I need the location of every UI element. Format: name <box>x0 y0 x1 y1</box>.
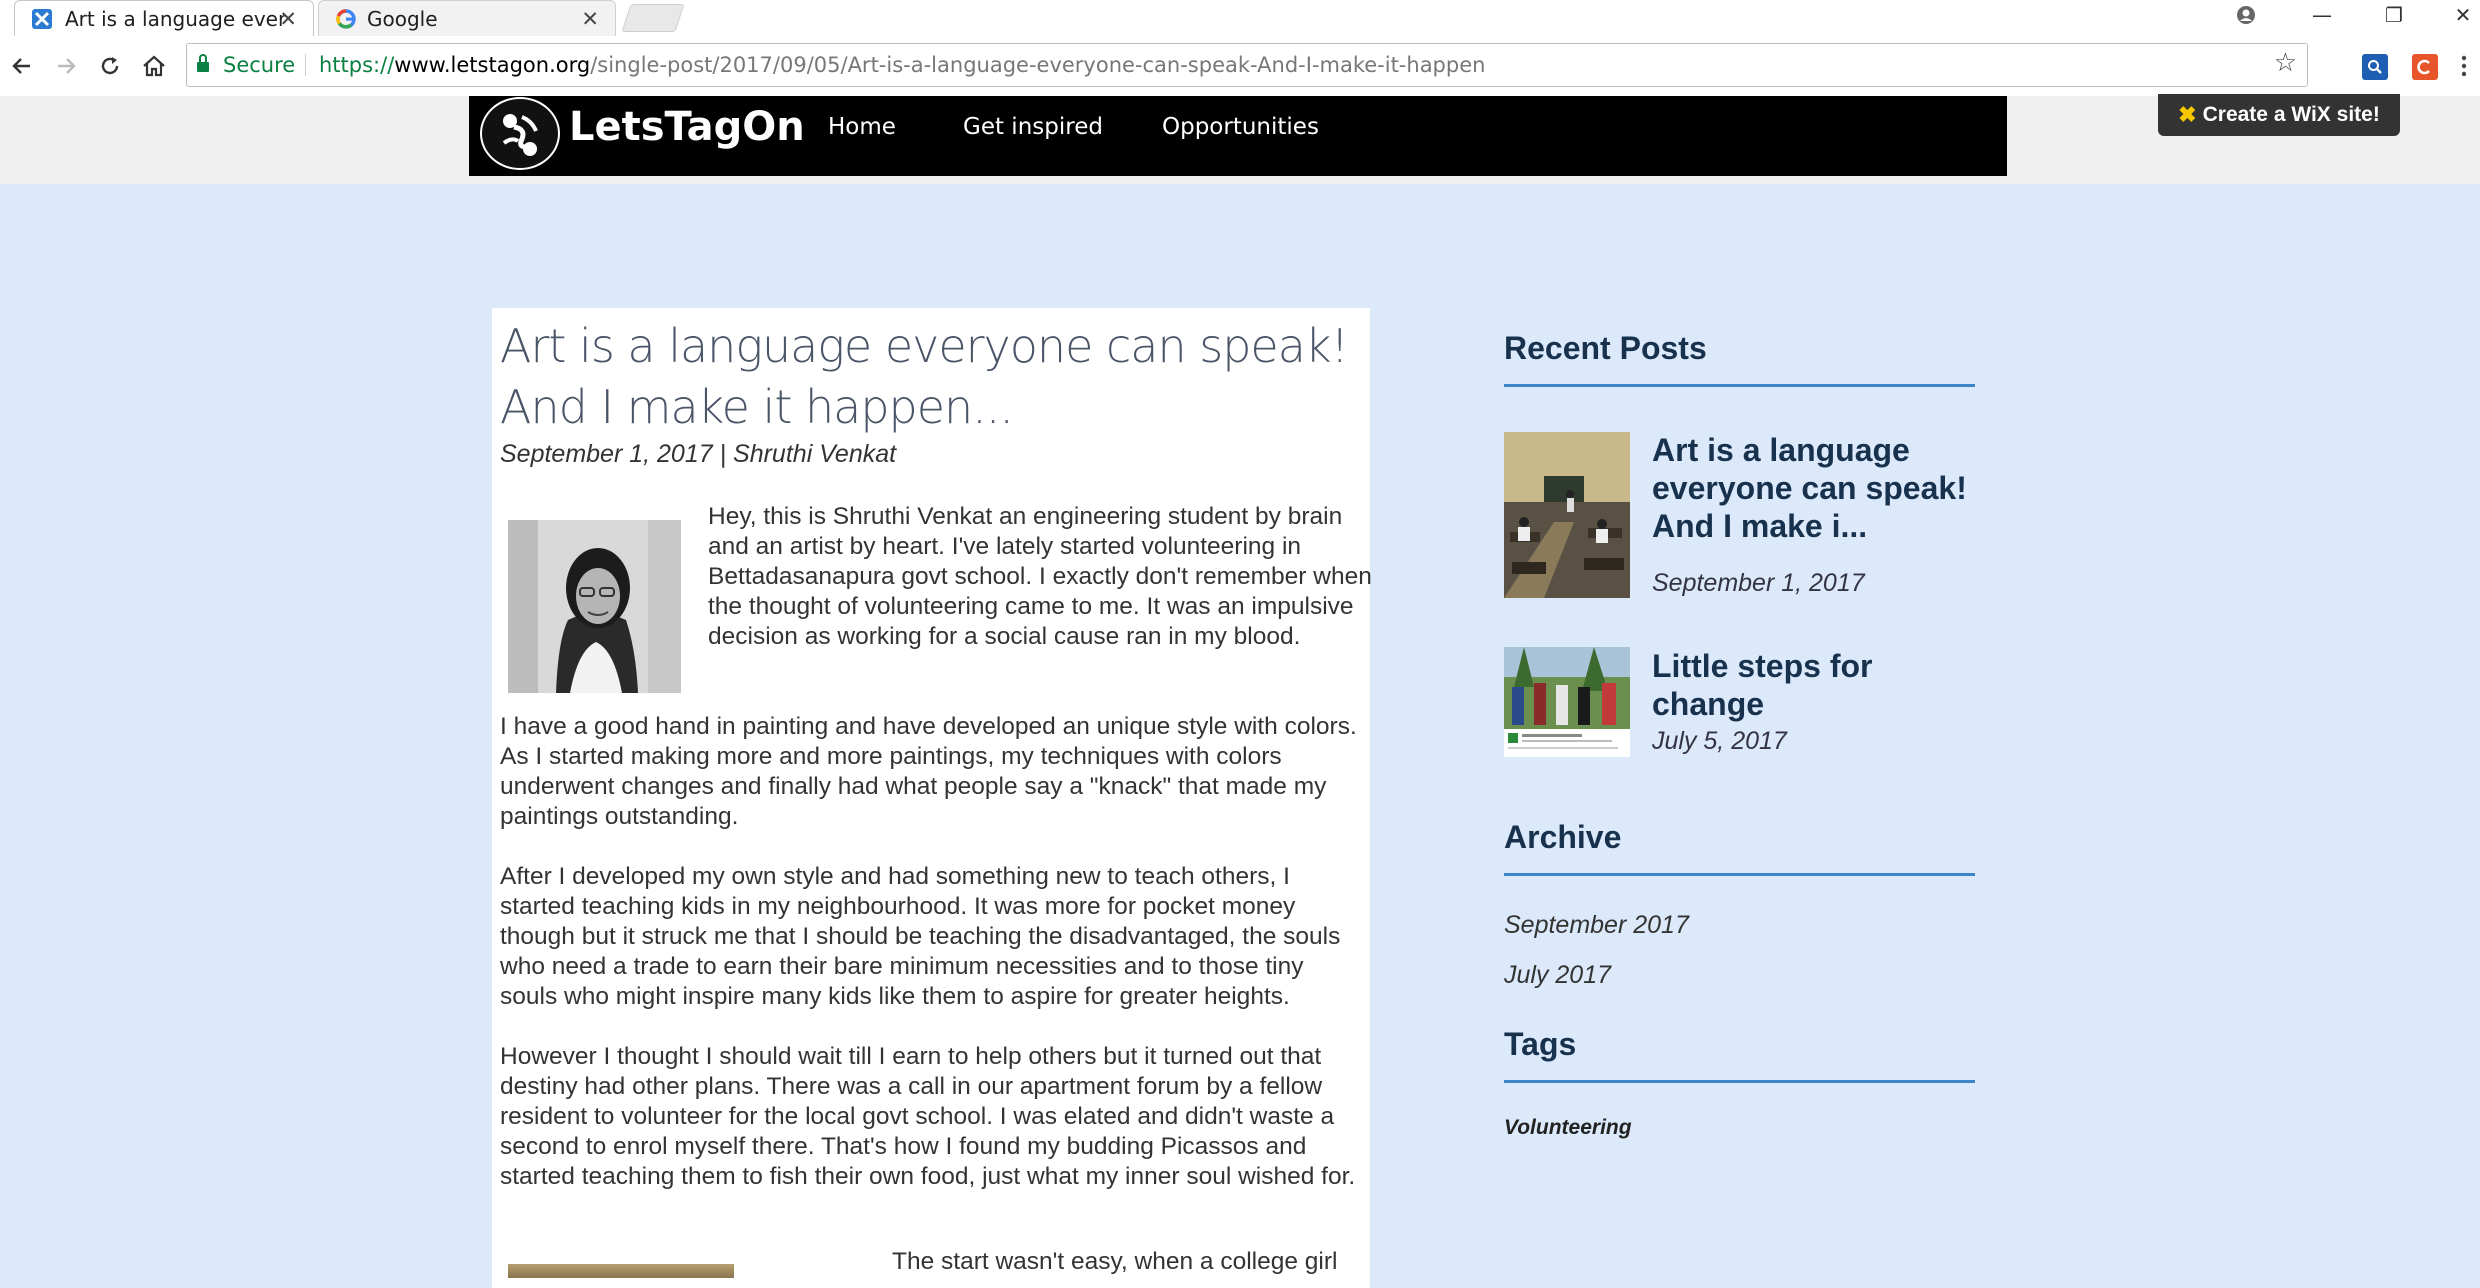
new-tab-button[interactable] <box>621 4 685 32</box>
browser-toolbar: Secure https://www.letstagon.org/single-… <box>0 36 2480 97</box>
wix-badge-label: Create a WiX site! <box>2202 103 2380 126</box>
nav-get-inspired[interactable]: Get inspired <box>963 114 1103 140</box>
post-inline-image <box>508 1264 734 1278</box>
divider <box>1504 1080 1975 1083</box>
tab-active[interactable]: Art is a language everyone can speak! An… <box>14 0 314 36</box>
home-button[interactable] <box>138 50 170 82</box>
back-button[interactable] <box>6 50 38 82</box>
recent-post-date: July 5, 2017 <box>1652 727 1787 755</box>
extension-c-icon[interactable] <box>2412 54 2438 80</box>
post-meta: September 1, 2017 | Shruthi Venkat <box>500 440 897 468</box>
recent-post-thumbnail[interactable] <box>1504 647 1630 757</box>
archive-heading: Archive <box>1504 819 1622 855</box>
archive-link[interactable]: July 2017 <box>1504 961 1611 990</box>
wix-x-icon: ✖ <box>2178 102 2197 127</box>
recent-post-date: September 1, 2017 <box>1652 569 1865 597</box>
letstagon-favicon-icon <box>31 8 53 30</box>
create-wix-site-button[interactable]: ✖ Create a WiX site! <box>2158 94 2400 136</box>
nav-opportunities[interactable]: Opportunities <box>1162 114 1319 140</box>
tab-close-icon[interactable]: ✕ <box>279 7 297 31</box>
tab-title: Art is a language everyone can speak! An… <box>65 6 285 31</box>
close-window-button[interactable]: ✕ <box>2446 0 2480 30</box>
tag-link[interactable]: Volunteering <box>1504 1116 1632 1140</box>
tab-google[interactable]: Google ✕ <box>318 0 616 36</box>
post-paragraph: After I developed my own style and had s… <box>500 863 1341 1010</box>
tags-heading: Tags <box>1504 1026 1577 1062</box>
divider <box>1504 384 1975 387</box>
url-host: www.letstagon.org <box>394 53 591 77</box>
browser-tab-bar: Art is a language everyone can speak! An… <box>0 0 2480 36</box>
divider <box>1504 873 1975 876</box>
url-scheme: https:// <box>319 53 395 77</box>
site-header: LetsTagOn Home Get inspired Opportunitie… <box>469 96 2007 176</box>
recent-post-thumbnail[interactable] <box>1504 432 1630 598</box>
author-photo <box>508 520 681 693</box>
recent-post-title[interactable]: Art is a language everyone can speak! An… <box>1652 431 1982 545</box>
site-logo-text[interactable]: LetsTagOn <box>569 104 805 150</box>
post-paragraph: I have a good hand in painting and have … <box>500 713 1357 830</box>
archive-link[interactable]: September 2017 <box>1504 911 1689 940</box>
restore-button[interactable]: ❐ <box>2374 0 2414 30</box>
browser-menu-icon[interactable] <box>2452 50 2476 82</box>
post-paragraph: The start wasn't easy, when a college gi… <box>892 1248 1338 1275</box>
forward-button[interactable] <box>50 50 82 82</box>
url-text[interactable]: https://www.letstagon.org/single-post/20… <box>319 44 1485 86</box>
post-paragraph: However I thought I should wait till I e… <box>500 1043 1356 1190</box>
address-bar[interactable]: Secure https://www.letstagon.org/single-… <box>186 43 2308 87</box>
extension-search-icon[interactable] <box>2362 54 2388 80</box>
secure-indicator[interactable]: Secure <box>197 44 295 86</box>
reload-button[interactable] <box>94 50 126 82</box>
address-separator <box>305 54 306 76</box>
tab-title: Google <box>367 6 438 31</box>
recent-posts-heading: Recent Posts <box>1504 330 1707 366</box>
post-paragraph: Hey, this is Shruthi Venkat an engineeri… <box>708 503 1372 650</box>
tab-close-icon[interactable]: ✕ <box>581 7 599 31</box>
url-path: /single-post/2017/09/05/Art-is-a-languag… <box>590 53 1486 77</box>
secure-label: Secure <box>223 53 296 77</box>
recent-post-title[interactable]: Little steps for change <box>1652 647 1982 723</box>
nav-home[interactable]: Home <box>828 114 896 140</box>
profile-icon[interactable] <box>2232 0 2260 30</box>
google-favicon-icon <box>335 8 357 30</box>
post-title: Art is a language everyone can speak! An… <box>500 319 1349 434</box>
site-logo-icon[interactable] <box>480 97 560 170</box>
minimize-button[interactable]: — <box>2302 0 2342 30</box>
bookmark-star-icon[interactable]: ☆ <box>2274 48 2297 78</box>
lock-icon <box>197 54 209 72</box>
